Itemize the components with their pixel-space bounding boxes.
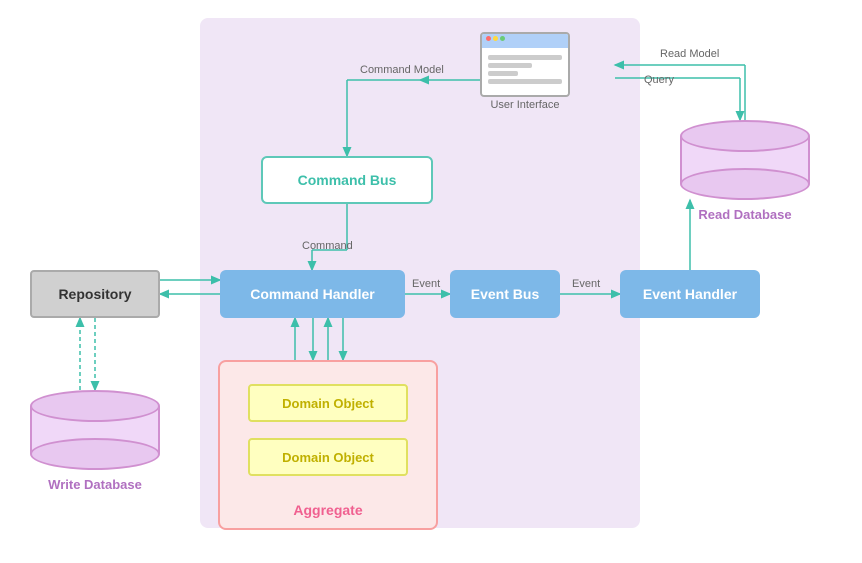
aggregate-node: Domain Object Domain Object Aggregate xyxy=(218,360,438,530)
ui-label: User Interface xyxy=(480,99,570,111)
command-handler-label: Command Handler xyxy=(250,286,374,302)
command-handler-node: Command Handler xyxy=(220,270,405,318)
domain-obj-1: Domain Object xyxy=(248,384,408,422)
aggregate-label: Aggregate xyxy=(220,502,436,518)
event-handler-node: Event Handler xyxy=(620,270,760,318)
event-bus-label: Event Bus xyxy=(471,286,539,302)
read-database-node: Read Database xyxy=(680,120,810,200)
label-event1: Event xyxy=(412,278,440,290)
label-query: Query xyxy=(644,74,674,86)
user-interface-node: User Interface xyxy=(480,32,570,107)
write-db-label: Write Database xyxy=(30,477,160,492)
repository-label: Repository xyxy=(58,286,131,302)
event-bus-node: Event Bus xyxy=(450,270,560,318)
domain-obj-2: Domain Object xyxy=(248,438,408,476)
label-command: Command xyxy=(302,240,353,252)
read-db-label: Read Database xyxy=(680,207,810,222)
command-bus-node: Command Bus xyxy=(261,156,433,204)
diagram-container: Command Model Read Model Query Command E… xyxy=(0,0,862,563)
write-database-node: Write Database xyxy=(30,390,160,470)
command-bus-label: Command Bus xyxy=(298,172,397,188)
label-read-model: Read Model xyxy=(660,48,719,60)
repository-node: Repository xyxy=(30,270,160,318)
label-event2: Event xyxy=(572,278,600,290)
event-handler-label: Event Handler xyxy=(643,286,737,302)
label-command-model: Command Model xyxy=(360,64,444,76)
